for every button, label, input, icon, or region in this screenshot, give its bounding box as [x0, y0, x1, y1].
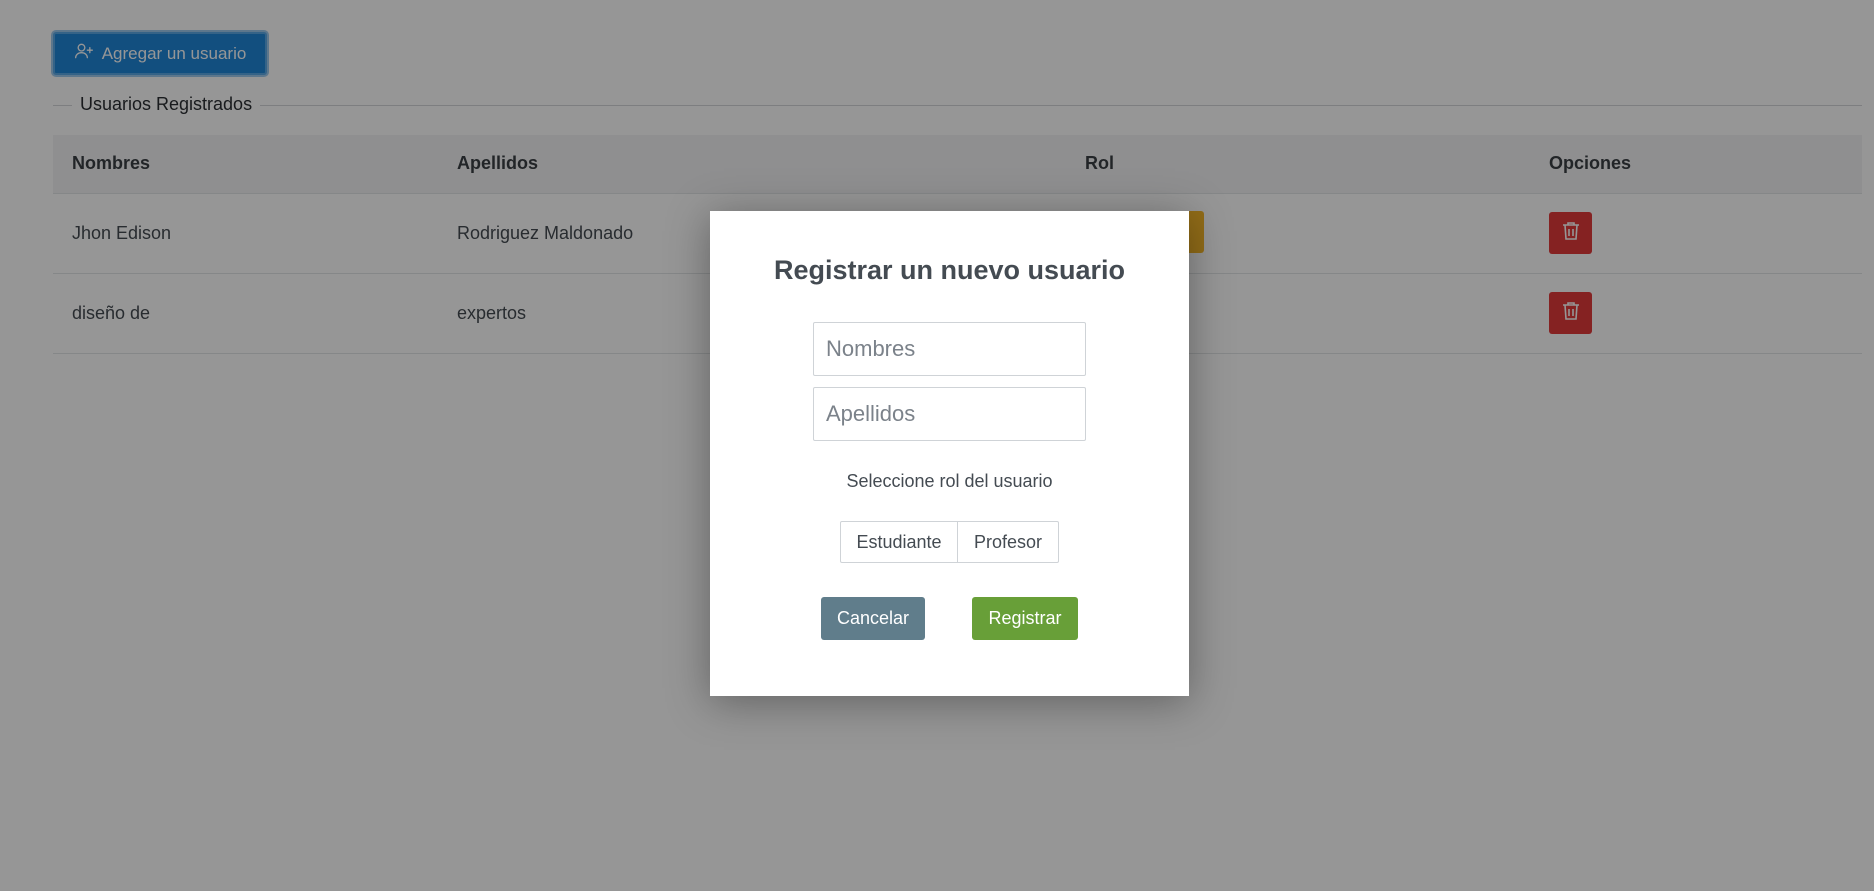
register-user-dialog: Registrar un nuevo usuario Seleccione ro…: [710, 211, 1189, 696]
register-button[interactable]: Registrar: [972, 597, 1078, 640]
role-option-estudiante[interactable]: Estudiante: [840, 521, 958, 563]
role-selector: Estudiante Profesor: [840, 521, 1059, 563]
apellidos-input[interactable]: [813, 387, 1086, 441]
role-option-profesor[interactable]: Profesor: [958, 521, 1059, 563]
nombres-input[interactable]: [813, 322, 1086, 376]
cancel-button[interactable]: Cancelar: [821, 597, 925, 640]
role-prompt: Seleccione rol del usuario: [846, 471, 1053, 491]
dialog-title: Registrar un nuevo usuario: [773, 255, 1126, 285]
